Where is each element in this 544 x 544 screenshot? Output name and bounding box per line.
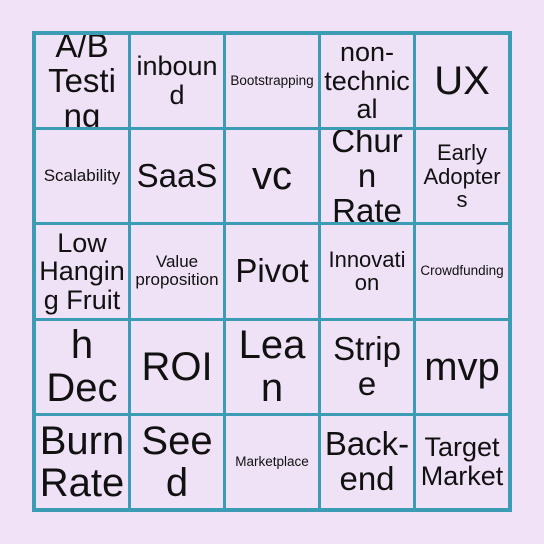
bingo-cell-label: Early Adopters [423,140,501,212]
bingo-cell-r1-c3[interactable]: Bootstrapping [226,35,318,128]
bingo-cell-r4-c1[interactable]: Pitch Deck [36,320,128,413]
bingo-cell-r3-c1[interactable]: Low Hanging Fruit [36,225,128,318]
bingo-cell-label: Lean [238,323,306,410]
bingo-cell-r2-c3[interactable]: vc [226,130,318,223]
bingo-cell-r5-c4[interactable]: Back-end [321,415,413,508]
bingo-cell-r5-c2[interactable]: Seed [131,415,223,508]
bingo-cell-r3-c3[interactable]: Pivot [226,225,318,318]
bingo-cell-label: Low Hanging Fruit [39,227,125,315]
bingo-cell-r4-c2[interactable]: ROI [131,320,223,413]
bingo-cell-r2-c5[interactable]: Early Adopters [416,130,508,223]
bingo-cell-r5-c1[interactable]: Burn Rate [36,415,128,508]
bingo-cell-label: Pitch Deck [46,321,118,413]
bingo-cell-r2-c1[interactable]: Scalability [36,130,128,223]
bingo-card: A/B Testing inbound Bootstrapping non-techn… [32,31,512,512]
bingo-cell-r5-c5[interactable]: Target Market [416,415,508,508]
bingo-cell-label: Value proposition [135,252,219,290]
bingo-cell-label: UX [434,58,490,103]
bingo-cell-label: Bootstrapping [230,72,314,88]
bingo-cell-r3-c5[interactable]: Crowdfunding [416,225,508,318]
bingo-cell-r4-c5[interactable]: mvp [416,320,508,413]
bingo-cell-label: Seed [141,418,213,505]
bingo-cell-label: vc [252,154,292,199]
bingo-cell-r4-c4[interactable]: Stripe [321,320,413,413]
bingo-cell-r1-c5[interactable]: UX [416,35,508,128]
bingo-cell-r1-c2[interactable]: inbound [131,35,223,128]
bingo-cell-label: Crowdfunding [420,263,504,279]
bingo-cell-r1-c1[interactable]: A/B Testing [36,35,128,128]
bingo-cell-label: SaaS [136,156,218,194]
bingo-cell-r4-c3[interactable]: Lean [226,320,318,413]
bingo-cell-label: non-technical [324,37,410,125]
bingo-cell-label: Scalability [43,166,121,186]
bingo-cell-r3-c4[interactable]: Innovation [321,225,413,318]
bingo-cell-r2-c2[interactable]: SaaS [131,130,223,223]
bingo-cell-label: Stripe [333,329,401,402]
bingo-cell-label: A/B Testing [48,35,116,128]
bingo-cell-r5-c3[interactable]: Marketplace [226,415,318,508]
bingo-cell-r2-c4[interactable]: Churn Rate [321,130,413,223]
bingo-cell-label: ROI [141,344,213,389]
bingo-cell-label: Target Market [420,432,504,491]
bingo-cell-label: inbound [136,51,218,111]
bingo-cell-label: Back-end [324,424,410,497]
bingo-cell-r1-c4[interactable]: non-technical [321,35,413,128]
bingo-cell-label: mvp [424,344,500,389]
bingo-cell-label: Pivot [235,252,309,289]
bingo-cell-label: Churn Rate [331,130,403,223]
bingo-cell-label: Marketplace [235,453,309,469]
bingo-cell-r3-c2[interactable]: Value proposition [131,225,223,318]
bingo-cell-label: Innovation [328,247,406,296]
bingo-cell-label: Burn Rate [39,418,125,505]
